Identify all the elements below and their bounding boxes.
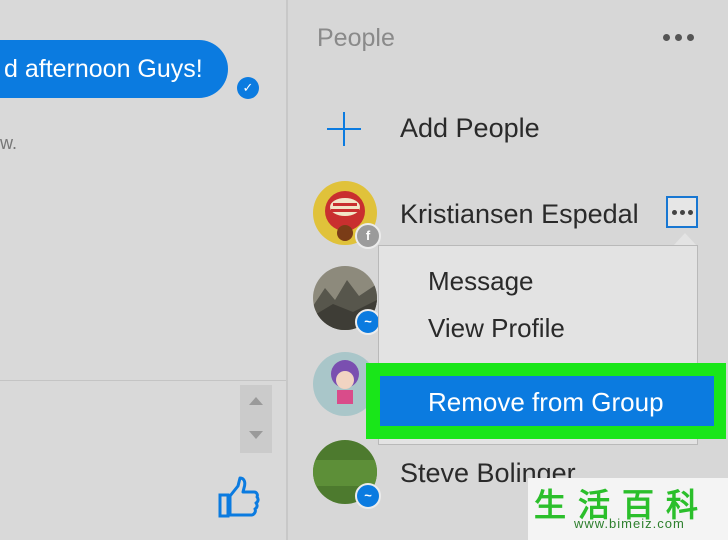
seen-check-icon: ✓	[237, 77, 259, 99]
person-name[interactable]: Kristiansen Espedal	[400, 199, 639, 230]
add-icon[interactable]	[327, 112, 361, 146]
pane-divider	[286, 0, 288, 540]
add-people-button[interactable]: Add People	[400, 113, 540, 144]
menu-item-remove-from-group[interactable]: Remove from Group	[380, 376, 714, 426]
menu-item-message[interactable]: Message	[428, 266, 534, 297]
menu-item-view-profile[interactable]: View Profile	[428, 313, 565, 344]
composer-scrollbar[interactable]	[240, 385, 272, 453]
scroll-down-icon[interactable]	[249, 431, 263, 439]
watermark-url: www.bimeiz.com	[574, 516, 685, 531]
people-panel-title: People	[317, 24, 395, 52]
chat-pane: d afternoon Guys! ✓ w.	[0, 0, 286, 540]
scroll-up-icon[interactable]	[249, 397, 263, 405]
like-icon[interactable]	[214, 474, 262, 522]
watermark: 生活百科 www.bimeiz.com	[528, 478, 728, 540]
message-bubble: d afternoon Guys!	[0, 40, 228, 98]
more-options-icon[interactable]	[663, 34, 699, 42]
chat-text-fragment: w.	[0, 133, 18, 153]
person-options-button[interactable]	[666, 196, 698, 228]
messenger-badge-icon: ~	[355, 483, 381, 509]
composer-divider	[0, 380, 286, 381]
